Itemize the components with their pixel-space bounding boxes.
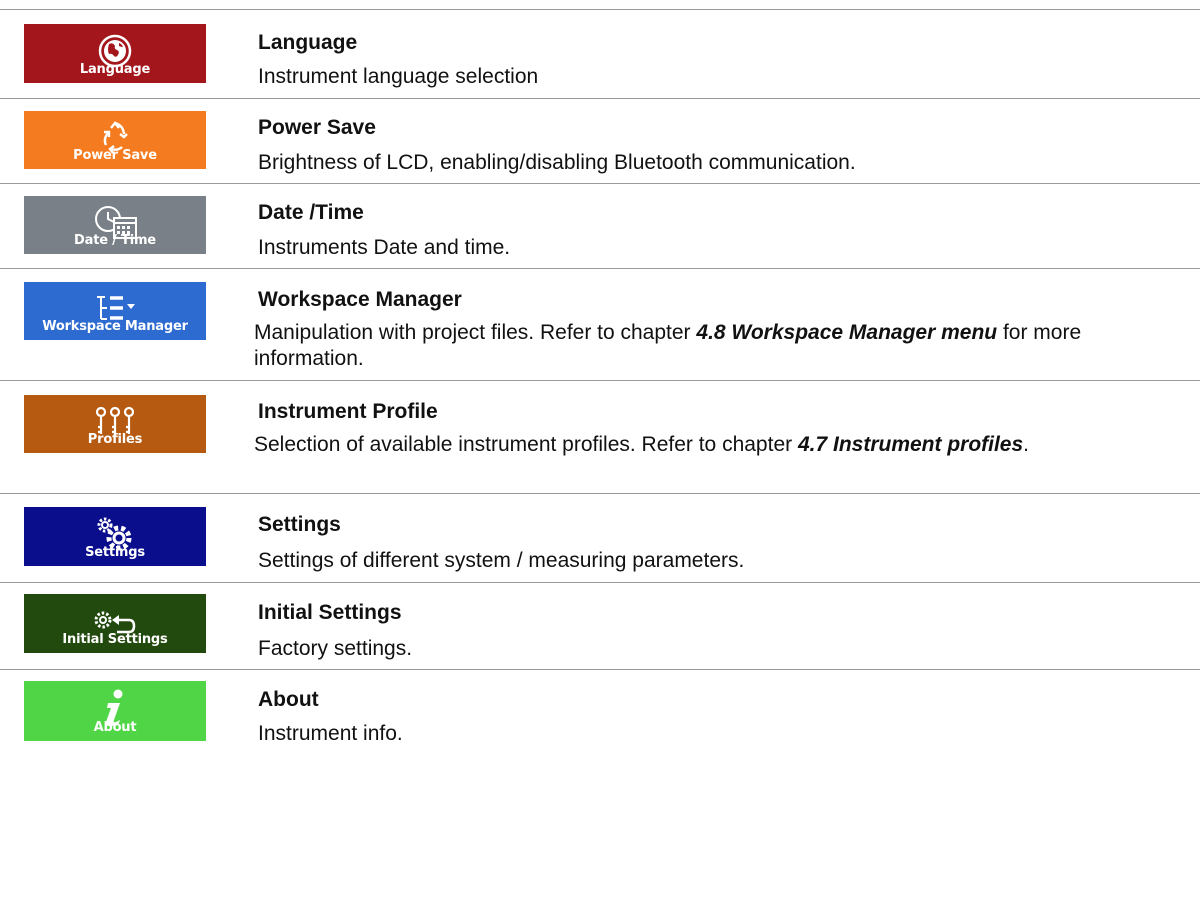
chapter-link[interactable]: 4.8 Workspace Manager menu	[696, 321, 997, 344]
tile-label: Settings	[85, 545, 145, 560]
power-save-tile[interactable]: Power Save	[24, 111, 206, 169]
row-title: Settings	[258, 513, 341, 536]
row-divider	[0, 669, 1200, 670]
desc-text: Selection of available instrument profil…	[254, 433, 798, 456]
tile-label: Initial Settings	[62, 632, 168, 647]
row-divider	[0, 183, 1200, 184]
row-divider	[0, 380, 1200, 381]
row-divider	[0, 582, 1200, 583]
row-description: Factory settings.	[258, 637, 413, 660]
row-title: Instrument Profile	[258, 400, 438, 423]
row-description: Manipulation with project files. Refer t…	[254, 320, 1154, 372]
row-description: Brightness of LCD, enabling/disabling Bl…	[258, 151, 856, 174]
desc-text: Manipulation with project files. Refer t…	[254, 321, 697, 344]
row-description: Selection of available instrument profil…	[254, 432, 1154, 458]
row-title: About	[258, 688, 319, 711]
row-description: Instrument info.	[258, 722, 403, 745]
chapter-link[interactable]: 4.7 Instrument profiles	[798, 433, 1023, 456]
language-tile[interactable]: Language	[24, 24, 206, 83]
desc-text: .	[1023, 433, 1030, 456]
row-title: Workspace Manager	[258, 288, 462, 311]
row-description: Instrument language selection	[258, 65, 539, 88]
row-title: Power Save	[258, 116, 376, 139]
row-divider	[0, 98, 1200, 99]
about-tile[interactable]: About	[24, 681, 206, 741]
row-divider	[0, 493, 1200, 494]
tile-label: Date / Time	[74, 233, 156, 248]
tile-label: Language	[79, 62, 151, 77]
row-title: Language	[258, 31, 358, 54]
date-time-tile[interactable]: Date / Time	[24, 196, 206, 254]
settings-menu-table: Language Language Instrument language se…	[0, 0, 1200, 906]
row-title: Initial Settings	[258, 601, 402, 624]
settings-tile[interactable]: Settings	[24, 507, 206, 566]
row-description: Instruments Date and time.	[258, 236, 511, 259]
initial-settings-tile[interactable]: Initial Settings	[24, 594, 206, 653]
row-title: Date /Time	[258, 201, 364, 224]
tile-label: Workspace Manager	[42, 319, 188, 334]
tile-label: Profiles	[87, 432, 143, 447]
tile-label: About	[93, 720, 137, 735]
row-description: Settings of different system / measuring…	[258, 549, 745, 572]
row-divider	[0, 9, 1200, 10]
row-divider	[0, 268, 1200, 269]
profiles-tile[interactable]: Profiles	[24, 395, 206, 453]
workspace-manager-tile[interactable]: Workspace Manager	[24, 282, 206, 340]
tile-label: Power Save	[73, 148, 157, 163]
